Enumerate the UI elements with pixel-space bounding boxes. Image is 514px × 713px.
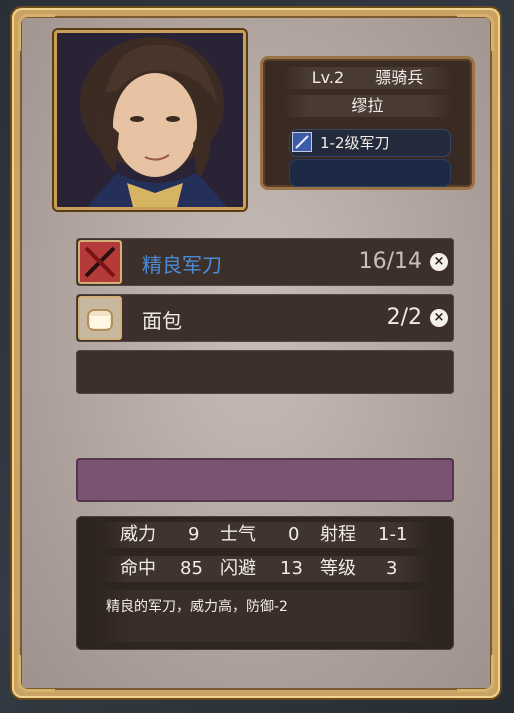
unit-level: Lv.2 [311, 68, 345, 87]
saber-icon [78, 240, 122, 284]
ornament-corner [457, 14, 494, 51]
unit-name-row: 缪拉 [283, 95, 452, 117]
discard-item-button[interactable]: × [430, 253, 448, 271]
stat-value: 9 [188, 524, 200, 545]
discard-item-button[interactable]: × [430, 309, 448, 327]
unit-portrait [54, 30, 246, 210]
unit-class: 骠骑兵 [375, 68, 424, 87]
stats-row: 命中 85 闪避 13 等级 3 [100, 556, 430, 582]
inventory-item[interactable]: 精良军刀 16/14 × [76, 238, 454, 286]
ornament-corner [18, 655, 55, 692]
stat-label: 士气 [220, 524, 256, 545]
inventory-item[interactable]: 面包 2/2 × [76, 294, 454, 342]
equipped-weapon-slot[interactable]: 1-2级军刀 [289, 129, 451, 157]
item-name: 面包 [142, 309, 182, 333]
special-item-slot[interactable] [76, 458, 454, 502]
saber-icon [292, 132, 312, 152]
unit-summary-box: Lv.2 骠骑兵 缪拉 1-2级军刀 [260, 56, 475, 190]
unit-name: 缪拉 [351, 96, 384, 115]
stat-label: 等级 [320, 558, 356, 579]
stat-value: 85 [180, 558, 203, 579]
ornament-corner [18, 14, 55, 51]
ornament-corner [457, 655, 494, 692]
stat-value: 3 [386, 558, 398, 579]
bread-icon [78, 296, 122, 340]
stat-label: 命中 [120, 558, 156, 579]
item-stats-panel: 威力 9 士气 0 射程 1-1 命中 85 闪避 13 等级 3 精良的军刀，… [76, 516, 454, 650]
empty-inventory-slot[interactable] [76, 350, 454, 394]
stat-value: 1-1 [378, 524, 408, 545]
stat-label: 射程 [320, 524, 356, 545]
level-class-row: Lv.2 骠骑兵 [283, 67, 452, 89]
item-description: 精良的军刀，威力高，防御-2 [106, 599, 288, 615]
stat-label: 闪避 [220, 558, 256, 579]
item-count: 16/14 [358, 249, 422, 274]
item-count: 2/2 [386, 305, 422, 330]
stat-value: 0 [288, 524, 300, 545]
equipped-weapon-label: 1-2级军刀 [320, 134, 390, 152]
stat-label: 威力 [120, 524, 156, 545]
empty-equipment-slot[interactable] [289, 159, 451, 187]
item-name: 精良军刀 [142, 253, 222, 277]
stats-row: 威力 9 士气 0 射程 1-1 [100, 522, 430, 548]
stat-value: 13 [280, 558, 303, 579]
